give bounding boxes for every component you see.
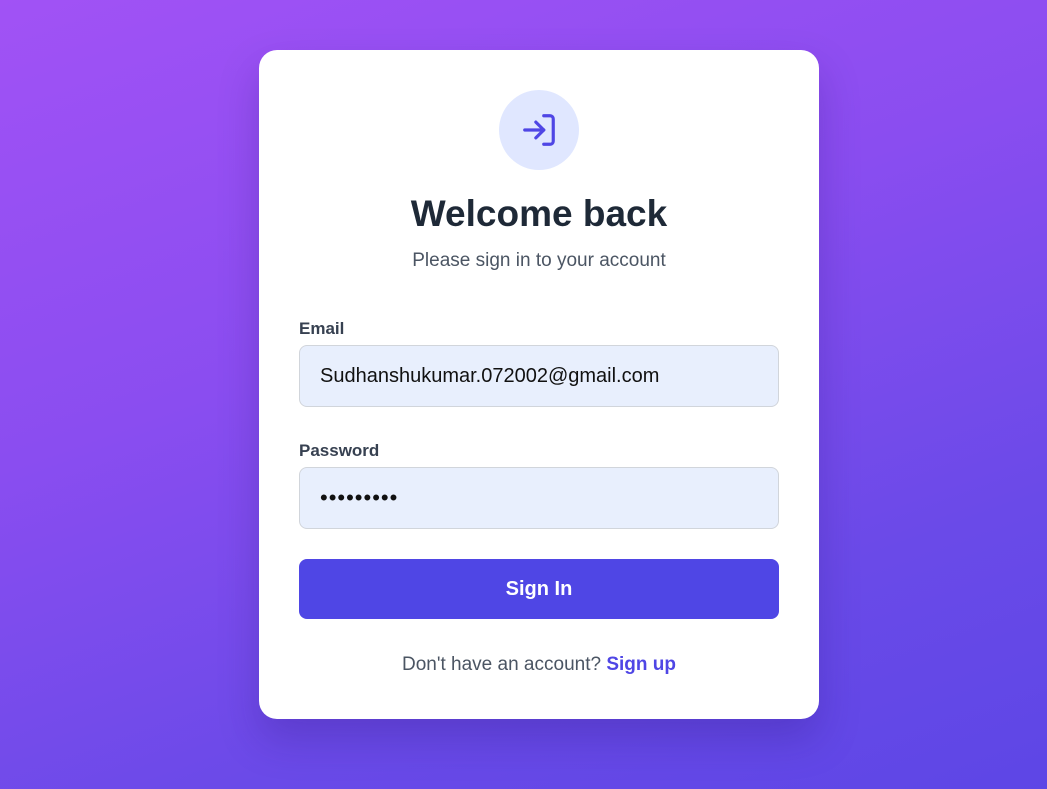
signup-prompt-text: Don't have an account?	[402, 654, 602, 675]
login-icon-badge	[499, 90, 579, 170]
password-label: Password	[299, 441, 380, 460]
email-label: Email	[299, 319, 345, 338]
password-field[interactable]	[299, 467, 779, 529]
page-title: Welcome back	[410, 193, 668, 234]
login-icon	[523, 114, 555, 146]
email-field[interactable]	[299, 345, 779, 407]
signup-prompt: Don't have an account? Sign up	[259, 652, 819, 678]
sign-in-button[interactable]: Sign In	[299, 559, 779, 619]
sign-up-link[interactable]: Sign up	[606, 654, 676, 675]
login-card: Welcome back Please sign in to your acco…	[259, 50, 819, 719]
page-subtitle: Please sign in to your account	[412, 250, 666, 271]
